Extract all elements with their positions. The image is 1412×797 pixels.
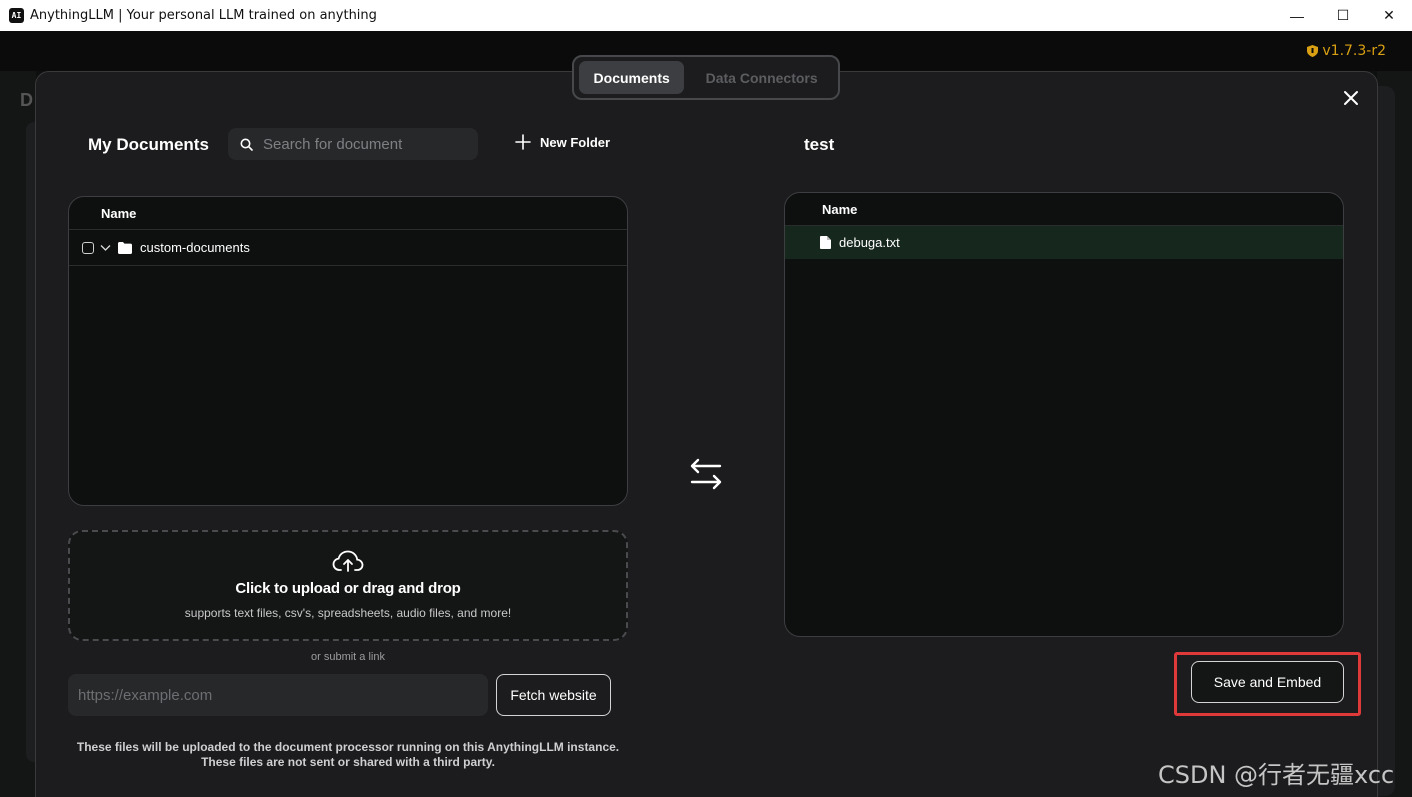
workspace-file-name: debuga.txt bbox=[839, 235, 900, 250]
upload-title: Click to upload or drag and drop bbox=[235, 580, 461, 597]
workspace-title: test bbox=[804, 135, 835, 154]
workspace-column-name-header: Name bbox=[822, 201, 858, 217]
list-header: Name bbox=[69, 197, 627, 230]
file-icon bbox=[820, 236, 831, 249]
new-folder-label: New Folder bbox=[540, 134, 611, 150]
my-documents-list: Name custom-documents bbox=[68, 196, 628, 506]
minimize-button[interactable]: — bbox=[1274, 0, 1320, 31]
plus-icon bbox=[515, 134, 531, 150]
my-documents-title: My Documents bbox=[88, 135, 209, 154]
tab-data-connectors[interactable]: Data Connectors bbox=[690, 61, 833, 94]
folder-icon bbox=[118, 241, 132, 254]
save-and-embed-button[interactable]: Save and Embed bbox=[1191, 661, 1344, 703]
version-label: v1.7.3-r2 bbox=[1322, 43, 1386, 59]
folder-row[interactable]: custom-documents bbox=[69, 230, 627, 266]
workspace-list-header: Name bbox=[785, 193, 1343, 226]
fetch-website-button[interactable]: Fetch website bbox=[496, 674, 611, 716]
search-input[interactable] bbox=[263, 135, 463, 153]
workspace-file-row[interactable]: debuga.txt bbox=[785, 226, 1343, 259]
or-submit-link-label: or submit a link bbox=[311, 651, 385, 663]
upload-dropzone[interactable]: Click to upload or drag and drop support… bbox=[68, 530, 628, 641]
url-input[interactable] bbox=[68, 674, 488, 716]
folder-name: custom-documents bbox=[140, 240, 250, 255]
column-name-header: Name bbox=[101, 205, 137, 221]
modal-tabs: Documents Data Connectors bbox=[572, 55, 840, 100]
watermark-text: CSDN @行者无疆xcc bbox=[1158, 761, 1395, 789]
cloud-upload-icon bbox=[332, 550, 364, 572]
background-panel-right bbox=[1377, 86, 1395, 796]
close-window-button[interactable]: ✕ bbox=[1366, 0, 1412, 31]
window-title-bar: AI AnythingLLM | Your personal LLM train… bbox=[0, 0, 1412, 31]
search-icon bbox=[240, 138, 253, 151]
window-controls: — ☐ ✕ bbox=[1274, 0, 1412, 31]
maximize-button[interactable]: ☐ bbox=[1320, 0, 1366, 31]
folder-checkbox[interactable] bbox=[82, 241, 94, 254]
version-badge: v1.7.3-r2 bbox=[1307, 43, 1386, 59]
chevron-down-icon[interactable] bbox=[100, 244, 111, 252]
close-icon bbox=[1344, 91, 1358, 105]
background-letter: D bbox=[20, 90, 33, 110]
disclaimer-line-1: These files will be uploaded to the docu… bbox=[76, 740, 620, 754]
move-documents-button[interactable] bbox=[686, 456, 726, 492]
new-folder-button[interactable]: New Folder bbox=[515, 134, 610, 150]
disclaimer-line-2: These files are not sent or shared with … bbox=[201, 755, 495, 769]
app-logo-icon: AI bbox=[9, 8, 24, 23]
window-title: AnythingLLM | Your personal LLM trained … bbox=[30, 8, 377, 23]
close-modal-button[interactable] bbox=[1339, 86, 1363, 110]
upload-disclaimer: These files will be uploaded to the docu… bbox=[68, 740, 628, 770]
upload-subtitle: supports text files, csv's, spreadsheets… bbox=[184, 606, 512, 620]
shield-icon bbox=[1307, 45, 1319, 57]
workspace-documents-list: Name debuga.txt bbox=[784, 192, 1344, 637]
tab-documents[interactable]: Documents bbox=[579, 61, 685, 94]
swap-arrows-icon bbox=[690, 458, 722, 490]
document-search[interactable] bbox=[228, 128, 478, 160]
